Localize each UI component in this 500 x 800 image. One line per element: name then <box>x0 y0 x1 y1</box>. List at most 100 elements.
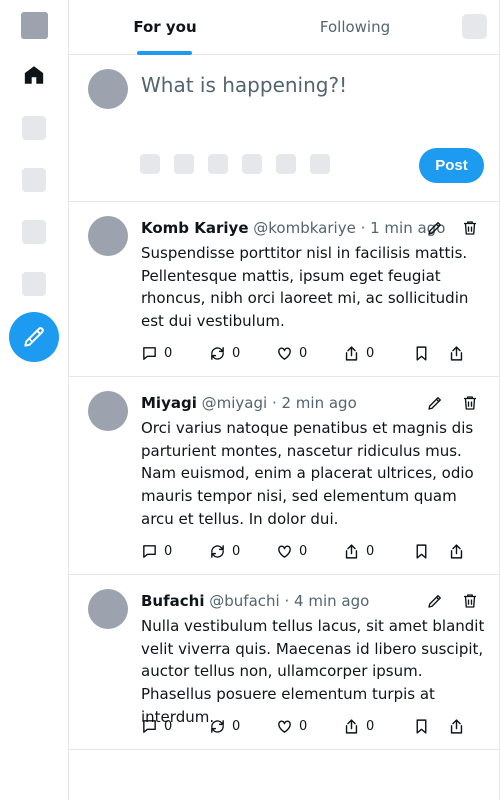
tweet-text: Nulla vestibulum tellus lacus, sit amet … <box>141 617 485 726</box>
home-icon[interactable] <box>23 64 45 86</box>
poll-icon[interactable] <box>208 154 228 174</box>
bookmark-button[interactable] <box>413 345 436 362</box>
bookmark-icon <box>416 719 427 734</box>
bookmark-icon <box>416 346 427 361</box>
explore-icon[interactable] <box>22 116 46 140</box>
retweet-icon <box>211 720 224 733</box>
delete-icon[interactable] <box>461 592 479 610</box>
share-icon <box>450 346 463 361</box>
tweet-actions: 0 0 0 0 <box>141 718 481 736</box>
like-icon <box>278 720 291 733</box>
tweet-text: Orci varius natoque penatibus et magnis … <box>141 419 474 528</box>
like-icon <box>278 347 291 360</box>
share-button[interactable] <box>448 543 471 560</box>
edit-icon[interactable] <box>426 219 444 237</box>
retweet-button[interactable]: 0 <box>209 345 240 362</box>
profile-icon[interactable] <box>22 272 46 296</box>
delete-icon[interactable] <box>461 394 479 412</box>
like-icon <box>278 545 291 558</box>
views-icon <box>345 544 358 559</box>
settings-icon[interactable] <box>462 14 487 39</box>
tweet-handle[interactable]: @kombkariye <box>253 219 356 237</box>
avatar <box>88 216 128 256</box>
tweet-actions: 0 0 0 0 <box>141 543 481 561</box>
reply-icon <box>143 347 156 360</box>
views-count: 0 <box>366 544 375 559</box>
schedule-icon[interactable] <box>276 154 296 174</box>
tweet: Miyagi @miyagi · 2 min ago Orci varius n… <box>69 377 499 575</box>
avatar <box>88 589 128 629</box>
tweet-handle[interactable]: @miyagi <box>202 394 268 412</box>
reply-button[interactable]: 0 <box>141 543 172 560</box>
tab-following[interactable]: Following <box>299 0 411 54</box>
views-count: 0 <box>366 346 375 361</box>
tab-for-you[interactable]: For you <box>109 0 221 55</box>
compose-icon <box>24 327 44 347</box>
messages-icon[interactable] <box>22 220 46 244</box>
tweet-actions: 0 0 0 0 <box>141 345 481 363</box>
emoji-icon[interactable] <box>242 154 262 174</box>
like-count: 0 <box>299 544 308 559</box>
tweet-time: 2 min ago <box>281 394 357 412</box>
compose-button[interactable] <box>9 312 59 362</box>
compose-input[interactable] <box>141 73 481 97</box>
like-count: 0 <box>299 719 308 734</box>
bookmark-button[interactable] <box>413 718 436 735</box>
like-button[interactable]: 0 <box>276 718 307 735</box>
bookmark-icon <box>416 544 427 559</box>
like-button[interactable]: 0 <box>276 345 307 362</box>
tweet-author-name[interactable]: Bufachi <box>141 592 204 610</box>
tweet-header: Bufachi @bufachi · 4 min ago <box>141 592 370 610</box>
reply-count: 0 <box>164 346 173 361</box>
tweet-text: Suspendisse porttitor nisl in facilisis … <box>141 244 469 331</box>
main-timeline: For you Following Post Komb Kariye @komb… <box>68 0 500 800</box>
avatar <box>88 391 128 431</box>
views-button[interactable]: 0 <box>343 345 374 362</box>
retweet-icon <box>211 347 224 360</box>
like-count: 0 <box>299 346 308 361</box>
views-icon <box>345 346 358 361</box>
avatar <box>88 69 128 109</box>
composer: Post <box>69 55 499 202</box>
edit-icon[interactable] <box>426 592 444 610</box>
retweet-button[interactable]: 0 <box>209 543 240 560</box>
retweet-count: 0 <box>232 719 241 734</box>
retweet-button[interactable]: 0 <box>209 718 240 735</box>
edit-icon[interactable] <box>426 394 444 412</box>
media-icon[interactable] <box>140 154 160 174</box>
retweet-count: 0 <box>232 346 241 361</box>
retweet-count: 0 <box>232 544 241 559</box>
views-button[interactable]: 0 <box>343 718 374 735</box>
retweet-icon <box>211 545 224 558</box>
views-icon <box>345 719 358 734</box>
location-icon[interactable] <box>310 154 330 174</box>
reply-count: 0 <box>164 719 173 734</box>
like-button[interactable]: 0 <box>276 543 307 560</box>
share-button[interactable] <box>448 718 471 735</box>
logo-icon[interactable] <box>21 12 48 39</box>
delete-icon[interactable] <box>461 219 479 237</box>
tab-for-you-label: For you <box>133 18 197 36</box>
gif-icon[interactable] <box>174 154 194 174</box>
post-button[interactable]: Post <box>419 148 484 183</box>
tweet: Komb Kariye @kombkariye · 1 min ago Susp… <box>69 202 499 377</box>
bookmark-button[interactable] <box>413 543 436 560</box>
reply-count: 0 <box>164 544 173 559</box>
tweet-author-name[interactable]: Miyagi <box>141 394 197 412</box>
reply-icon <box>143 545 156 558</box>
share-icon <box>450 719 463 734</box>
reply-icon <box>143 720 156 733</box>
views-button[interactable]: 0 <box>343 543 374 560</box>
views-count: 0 <box>366 719 375 734</box>
share-icon <box>450 544 463 559</box>
tweet-header: Komb Kariye @kombkariye · 1 min ago <box>141 219 446 237</box>
timeline-tabs: For you Following <box>69 0 499 55</box>
tweet-author-name[interactable]: Komb Kariye <box>141 219 249 237</box>
reply-button[interactable]: 0 <box>141 345 172 362</box>
tweet: Bufachi @bufachi · 4 min ago Nulla vesti… <box>69 575 499 750</box>
share-button[interactable] <box>448 345 471 362</box>
notifications-icon[interactable] <box>22 168 46 192</box>
sidebar <box>0 0 68 800</box>
tweet-handle[interactable]: @bufachi <box>209 592 279 610</box>
reply-button[interactable]: 0 <box>141 718 172 735</box>
